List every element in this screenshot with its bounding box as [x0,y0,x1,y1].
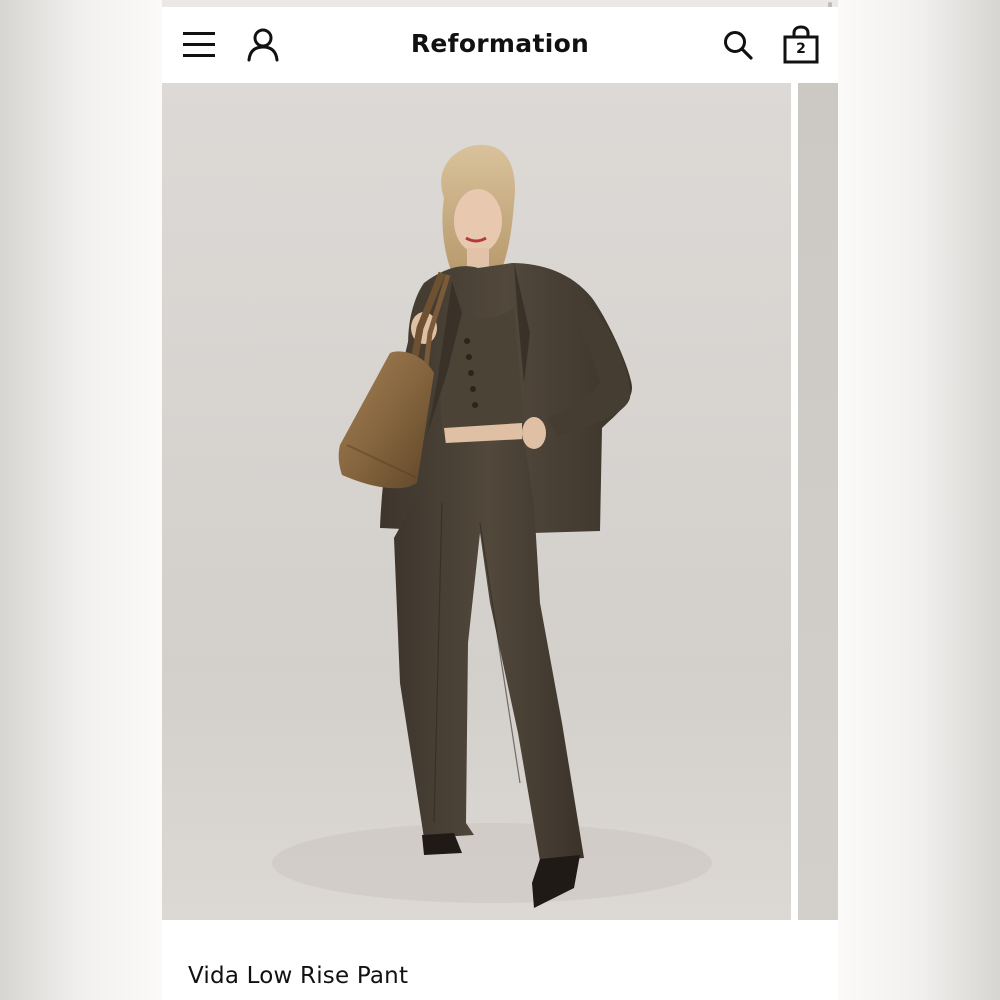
account-user-icon[interactable] [246,27,280,63]
brand-logo[interactable]: Reformation [362,29,638,58]
shopping-bag-icon[interactable]: 2 [781,25,821,65]
product-photo[interactable] [162,83,791,920]
search-icon[interactable] [722,29,754,61]
product-image-gallery[interactable] [162,83,838,920]
hamburger-menu-icon[interactable] [182,29,216,61]
top-strip [162,0,838,7]
product-title[interactable]: Vida Low Rise Pant [188,963,408,989]
bag-count-badge: 2 [796,41,806,57]
mobile-page: Reformation 2 Vida Low Rise Pant [162,0,838,1000]
next-product-photo-peek[interactable] [798,83,838,920]
site-header: Reformation 2 [162,7,838,83]
product-info: Vida Low Rise Pant [162,920,838,1000]
